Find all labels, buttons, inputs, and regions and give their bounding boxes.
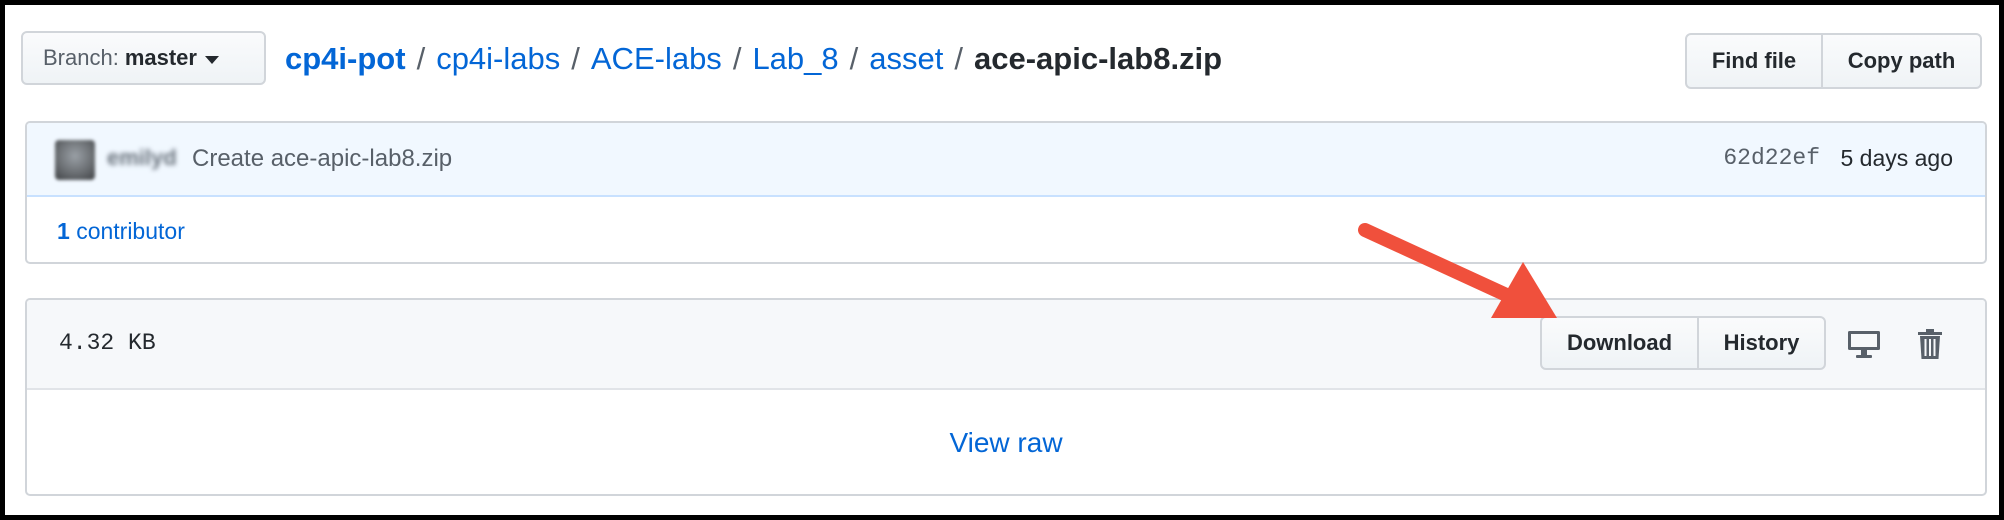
file-header: 4.32 KB Download History xyxy=(27,300,1985,390)
latest-commit-row: emilyd Create ace-apic-lab8.zip 62d22ef … xyxy=(27,123,1985,197)
breadcrumb-item-cp4i-labs[interactable]: cp4i-labs xyxy=(436,41,560,77)
caret-down-icon xyxy=(204,55,219,64)
breadcrumb-item-lab8[interactable]: Lab_8 xyxy=(752,41,838,77)
view-raw-row: View raw xyxy=(27,390,1985,494)
breadcrumb: cp4i-pot / cp4i-labs / ACE-labs / Lab_8 … xyxy=(285,41,1222,77)
file-viewer-box: 4.32 KB Download History View raw xyxy=(25,298,1987,496)
contributors-count: 1 xyxy=(57,218,70,244)
file-size: 4.32 KB xyxy=(59,330,156,356)
file-actions-group: Find file Copy path xyxy=(1685,33,1982,89)
breadcrumb-separator: / xyxy=(571,41,580,76)
commit-time: 5 days ago xyxy=(1840,145,1953,171)
branch-name: master xyxy=(124,45,197,70)
breadcrumb-current-file: ace-apic-lab8.zip xyxy=(974,41,1223,76)
commit-author[interactable]: emilyd xyxy=(107,145,177,171)
desktop-icon[interactable] xyxy=(1844,324,1884,364)
breadcrumb-separator: / xyxy=(849,41,859,76)
copy-path-button[interactable]: Copy path xyxy=(1821,33,1982,89)
breadcrumb-separator: / xyxy=(732,41,742,76)
breadcrumb-item-repo[interactable]: cp4i-pot xyxy=(285,41,406,77)
breadcrumb-item-ace-labs[interactable]: ACE-labs xyxy=(591,41,722,77)
contributors-row: 1 contributor xyxy=(27,197,1985,262)
trash-icon[interactable] xyxy=(1910,324,1950,364)
find-file-button[interactable]: Find file xyxy=(1685,33,1823,89)
commit-message[interactable]: Create ace-apic-lab8.zip xyxy=(192,145,452,173)
commit-sha[interactable]: 62d22ef xyxy=(1723,145,1820,171)
branch-prefix: Branch: xyxy=(43,45,119,70)
contributors-label: contributor xyxy=(76,218,185,244)
commit-info-box: emilyd Create ace-apic-lab8.zip 62d22ef … xyxy=(25,121,1987,264)
file-header-actions: Download History xyxy=(1540,316,1826,370)
view-raw-link[interactable]: View raw xyxy=(949,427,1062,459)
breadcrumb-item-asset[interactable]: asset xyxy=(869,41,943,77)
breadcrumb-separator: / xyxy=(954,41,964,76)
contributors-link[interactable]: 1 contributor xyxy=(57,218,185,245)
history-button[interactable]: History xyxy=(1697,316,1826,370)
breadcrumb-separator: / xyxy=(416,41,426,76)
download-button[interactable]: Download xyxy=(1540,316,1699,370)
screenshot-frame: Branch: master cp4i-pot / cp4i-labs / AC… xyxy=(0,0,2004,520)
branch-selector[interactable]: Branch: master xyxy=(21,31,266,85)
avatar[interactable] xyxy=(55,140,95,180)
